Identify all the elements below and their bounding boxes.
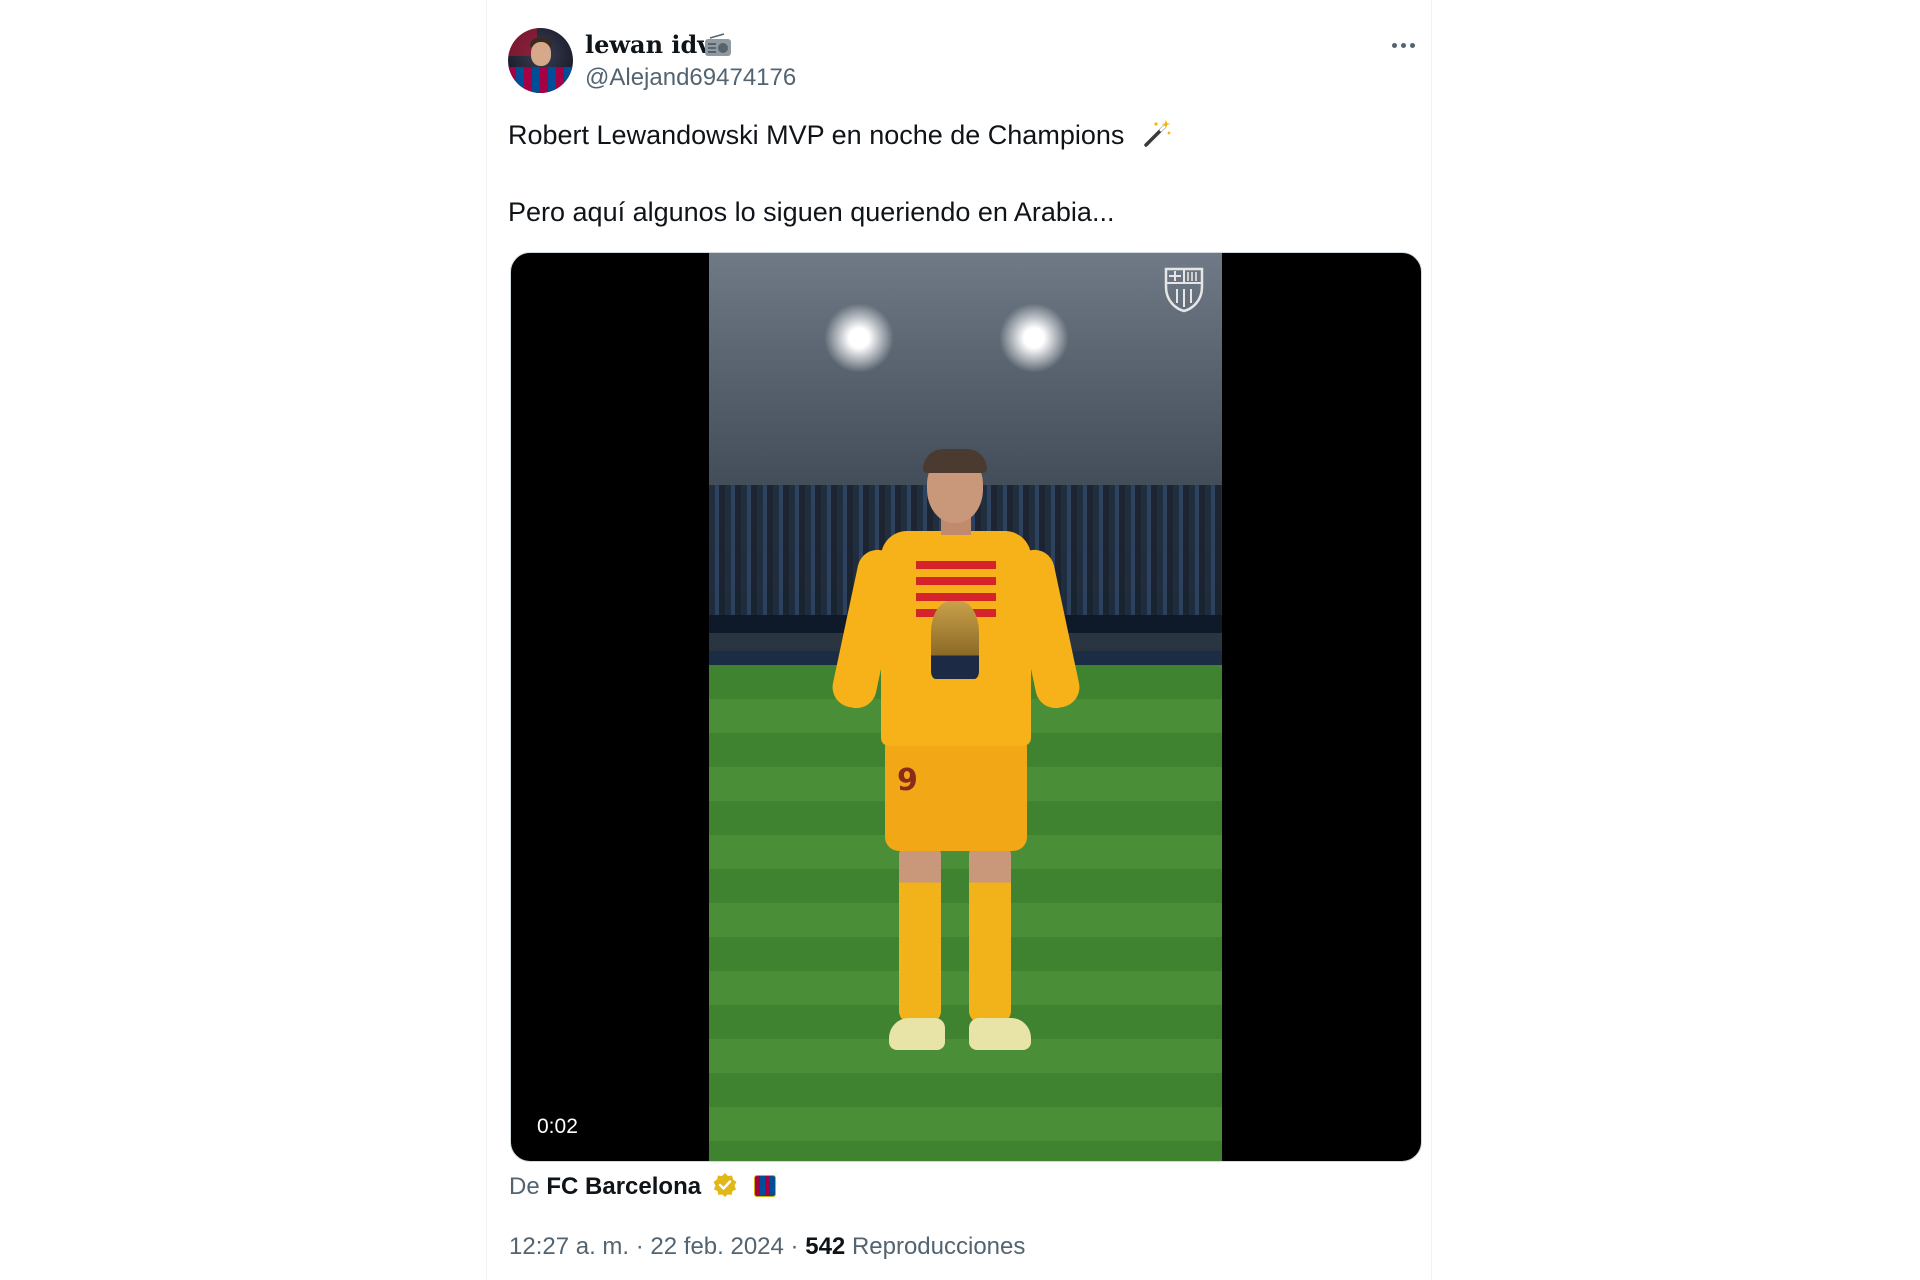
tweet-time[interactable]: 12:27 a. m. bbox=[509, 1233, 629, 1260]
meta-separator: · bbox=[790, 1233, 799, 1260]
user-handle[interactable]: @Alejand69474176 bbox=[585, 64, 796, 92]
stadium-light bbox=[824, 303, 894, 373]
video-frame[interactable]: 9 bbox=[709, 253, 1222, 1161]
display-name[interactable]: lewan idv bbox=[585, 30, 711, 59]
player-figure: 9 bbox=[819, 449, 1119, 1153]
tweet-text-line: Pero aquí algunos lo siguen queriendo en… bbox=[508, 197, 1115, 227]
more-options-button[interactable] bbox=[1384, 24, 1424, 64]
avatar[interactable] bbox=[508, 28, 573, 93]
magic-wand-icon bbox=[1144, 120, 1171, 147]
attribution-prefix: De bbox=[509, 1173, 540, 1200]
views-label: Reproducciones bbox=[851, 1233, 1026, 1260]
barcelona-flag-icon bbox=[754, 1175, 777, 1197]
more-dot-icon bbox=[1392, 43, 1397, 48]
mvp-trophy bbox=[931, 601, 979, 679]
radio-icon bbox=[705, 33, 731, 56]
more-dot-icon bbox=[1401, 43, 1406, 48]
meta-separator: · bbox=[635, 1233, 644, 1260]
video-player[interactable]: 9 0:02 bbox=[510, 252, 1422, 1162]
more-dot-icon bbox=[1410, 43, 1415, 48]
tweet-date[interactable]: 22 feb. 2024 bbox=[650, 1233, 783, 1260]
video-duration: 0:02 bbox=[537, 1115, 578, 1138]
source-account-link[interactable]: FC Barcelona bbox=[546, 1173, 701, 1200]
views-count: 542 bbox=[805, 1233, 846, 1260]
jersey-number: 9 bbox=[897, 763, 918, 798]
verified-badge-icon bbox=[713, 1173, 737, 1197]
tweet-text: Robert Lewandowski MVP en noche de Champ… bbox=[508, 118, 1408, 227]
video-attribution: De FC Barcelona bbox=[509, 1172, 777, 1201]
tweet-text-line: Robert Lewandowski MVP en noche de Champ… bbox=[508, 120, 1125, 150]
fc-barcelona-crest-icon bbox=[1164, 267, 1204, 313]
stadium-light bbox=[999, 303, 1069, 373]
tweet-meta: 12:27 a. m. · 22 feb. 2024 · 542 Reprodu… bbox=[509, 1233, 1025, 1261]
